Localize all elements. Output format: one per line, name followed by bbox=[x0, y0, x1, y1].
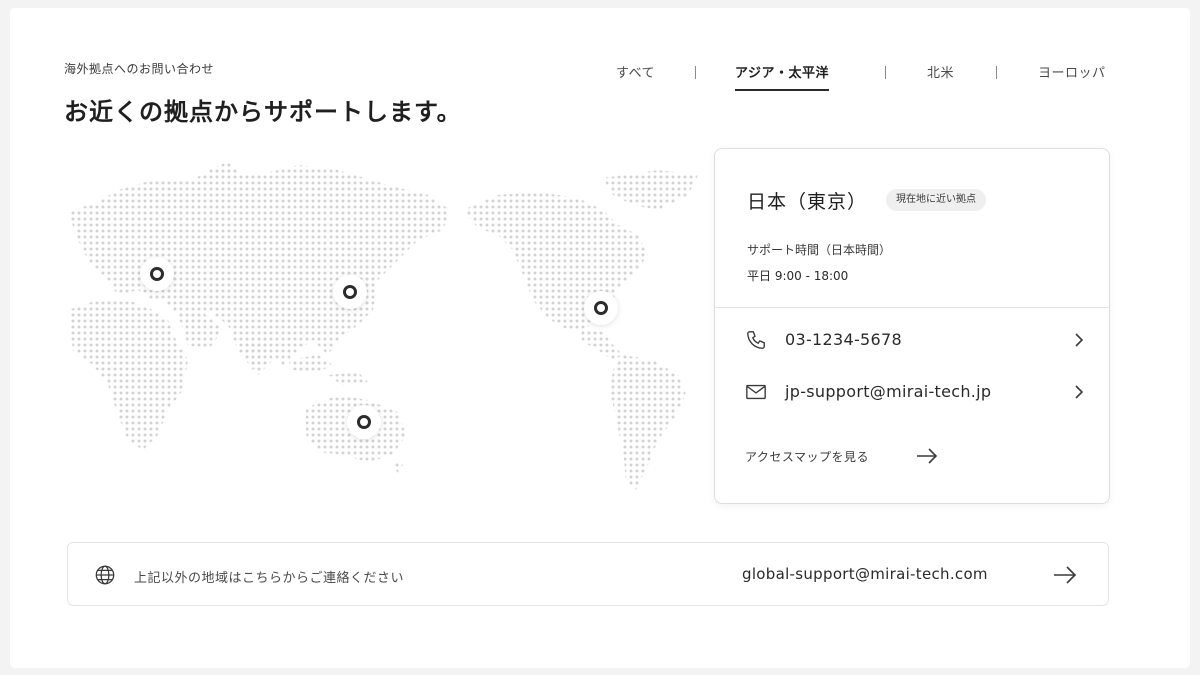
australia-pin[interactable] bbox=[347, 405, 381, 439]
support-hours-value: 平日 9:00 - 18:00 bbox=[747, 269, 849, 283]
pin-dot bbox=[594, 301, 608, 315]
tab-separator bbox=[885, 66, 886, 79]
location-title: 日本（東京） bbox=[747, 191, 868, 213]
pin-dot bbox=[150, 267, 164, 281]
access-map-label: アクセスマップを見る bbox=[745, 450, 870, 464]
section-eyebrow: 海外拠点へのお問い合わせ bbox=[64, 62, 215, 76]
chevron-right-icon bbox=[1075, 385, 1084, 399]
phone-link[interactable]: 03-1234-5678 bbox=[745, 325, 1085, 355]
global-support-message: 上記以外の地域はこちらからご連絡ください bbox=[134, 571, 405, 586]
arrow-right-icon bbox=[917, 448, 938, 464]
support-hours-label: サポート時間（日本時間） bbox=[747, 243, 892, 257]
email-link[interactable]: jp-support@mirai-tech.jp bbox=[745, 377, 1085, 407]
tab-asia-pacific[interactable]: アジア・太平洋 bbox=[735, 62, 829, 91]
nearest-location-badge: 現在地に近い拠点 bbox=[886, 189, 986, 211]
tab-north-america[interactable]: 北米 bbox=[927, 62, 954, 89]
card-divider bbox=[715, 307, 1109, 308]
email-address: jp-support@mirai-tech.jp bbox=[785, 382, 992, 401]
region-tabs: すべて アジア・太平洋 北米 ヨーロッパ bbox=[600, 62, 1130, 92]
access-map-link[interactable]: アクセスマップを見る bbox=[745, 444, 945, 468]
global-support-email: global-support@mirai-tech.com bbox=[742, 565, 988, 583]
mail-icon bbox=[746, 384, 766, 400]
tab-europe[interactable]: ヨーロッパ bbox=[1038, 62, 1106, 89]
global-support-bar[interactable]: 上記以外の地域はこちらからご連絡ください global-support@mira… bbox=[67, 542, 1109, 606]
tab-separator bbox=[695, 66, 696, 79]
globe-icon bbox=[95, 565, 115, 585]
location-card: 日本（東京） 現在地に近い拠点 サポート時間（日本時間） 平日 9:00 - 1… bbox=[714, 148, 1110, 504]
pin-dot bbox=[343, 285, 357, 299]
phone-icon bbox=[747, 331, 765, 349]
tab-all[interactable]: すべて bbox=[616, 62, 655, 89]
world-map-dots bbox=[68, 162, 698, 490]
phone-number: 03-1234-5678 bbox=[785, 330, 902, 349]
chevron-right-icon bbox=[1075, 333, 1084, 347]
page-title: お近くの拠点からサポートします。 bbox=[64, 98, 462, 126]
north-america-pin[interactable] bbox=[584, 291, 618, 325]
tab-separator bbox=[996, 66, 997, 79]
japan-pin[interactable] bbox=[333, 275, 367, 309]
pin-dot bbox=[357, 415, 371, 429]
world-map bbox=[58, 150, 708, 510]
europe-pin[interactable] bbox=[140, 257, 174, 291]
arrow-right-icon bbox=[1054, 566, 1077, 584]
